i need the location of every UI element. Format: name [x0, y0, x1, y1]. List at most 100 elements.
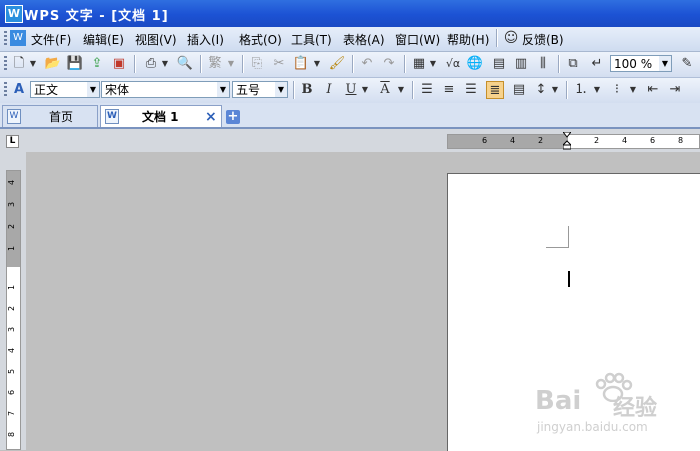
decrease-indent-icon[interactable]: ⇤: [644, 81, 662, 99]
cut-icon[interactable]: ✂: [270, 55, 288, 73]
new-tab-button[interactable]: +: [226, 110, 240, 124]
redo-icon[interactable]: ↷: [380, 55, 398, 73]
ruler-tick-label: 6: [482, 136, 488, 145]
wps-app-icon: W: [5, 5, 23, 23]
ruler-tick-label: 1: [7, 245, 17, 252]
justify-icon[interactable]: ≣: [486, 81, 504, 99]
chevron-down-icon[interactable]: ▼: [550, 81, 560, 99]
separator: [352, 55, 354, 73]
line-spacing-icon[interactable]: ↕: [532, 81, 550, 99]
undo-icon[interactable]: ↶: [358, 55, 376, 73]
separator: [558, 55, 560, 73]
styles-icon[interactable]: A: [10, 81, 28, 99]
menu-view[interactable]: 视图(V): [135, 31, 177, 47]
vertical-ruler[interactable]: 4 3 2 1 1 2 3 4 5 6 7 8: [6, 170, 21, 450]
menu-tools[interactable]: 工具(T): [291, 31, 332, 47]
ruler-tick-label: 2: [594, 136, 600, 145]
align-left-icon[interactable]: ☰: [418, 81, 436, 99]
feedback-icon[interactable]: ☺: [502, 29, 520, 47]
print-preview-icon[interactable]: 🔍: [176, 55, 194, 73]
increase-indent-icon[interactable]: ⇥: [666, 81, 684, 99]
chevron-down-icon[interactable]: ▼: [428, 55, 438, 73]
numbered-list-icon[interactable]: ⒈: [572, 81, 590, 99]
style-select[interactable]: 正文 ▼: [30, 81, 100, 98]
ruler-margin-shade: [448, 135, 568, 148]
tab-document-1[interactable]: W 文档 1 ×: [100, 105, 222, 127]
help-icon[interactable]: ✎: [678, 55, 696, 73]
print-icon[interactable]: ⎙: [142, 55, 160, 73]
font-value: 宋体: [105, 83, 130, 97]
menu-format[interactable]: 格式(O): [239, 31, 282, 47]
close-tab-icon[interactable]: ×: [205, 106, 217, 128]
save-icon[interactable]: 💾: [66, 55, 84, 73]
bold-button[interactable]: B: [298, 81, 316, 99]
doc-icon[interactable]: W: [10, 30, 26, 46]
chevron-down-icon[interactable]: ▼: [592, 81, 602, 99]
zoom-value: 100 %: [614, 57, 653, 71]
ruler-tick-label: 2: [538, 136, 544, 145]
font-size-select[interactable]: 五号 ▼: [232, 81, 288, 98]
grip-icon[interactable]: [4, 56, 7, 72]
tab-home[interactable]: W 首页: [2, 105, 98, 127]
chevron-down-icon[interactable]: ▼: [396, 81, 406, 99]
export-icon[interactable]: ⇪: [88, 55, 106, 73]
chevron-down-icon[interactable]: ▼: [659, 56, 671, 71]
tab-stop-selector[interactable]: L: [6, 135, 19, 148]
pdf-export-icon[interactable]: ▣: [110, 55, 128, 73]
menu-help[interactable]: 帮助(H): [447, 31, 489, 47]
traditional-chinese-icon[interactable]: 繁: [206, 55, 224, 73]
grip-icon[interactable]: [4, 31, 7, 47]
chevron-down-icon[interactable]: ▼: [160, 55, 170, 73]
ruler-tick-label: 4: [7, 347, 17, 354]
ruler-tick-label: 6: [7, 389, 17, 396]
menu-edit[interactable]: 编辑(E): [83, 31, 124, 47]
columns-icon[interactable]: ▥: [512, 55, 530, 73]
paragraph-mark-icon[interactable]: ↵: [588, 55, 606, 73]
menu-file[interactable]: 文件(F): [31, 31, 71, 47]
grip-icon[interactable]: [4, 82, 7, 98]
font-color-button[interactable]: A: [376, 81, 394, 99]
chevron-down-icon[interactable]: ▼: [628, 81, 638, 99]
chevron-down-icon[interactable]: ▼: [226, 55, 236, 73]
chevron-down-icon[interactable]: ▼: [87, 82, 99, 97]
menu-window[interactable]: 窗口(W): [395, 31, 440, 47]
table-insert-icon[interactable]: ▦: [410, 55, 428, 73]
menu-bar: W 文件(F) 编辑(E) 视图(V) 插入(I) 格式(O) 工具(T) 表格…: [0, 27, 700, 52]
zoom-select[interactable]: 100 % ▼: [610, 55, 672, 72]
show-formatting-icon[interactable]: ⫼: [534, 55, 552, 73]
copy-icon[interactable]: ⎘: [248, 55, 266, 73]
menu-insert[interactable]: 插入(I): [187, 31, 224, 47]
menu-feedback[interactable]: 反馈(B): [522, 31, 564, 47]
font-select[interactable]: 宋体 ▼: [101, 81, 230, 98]
hyperlink-globe-icon[interactable]: 🌐: [466, 55, 484, 73]
table-grid-icon[interactable]: ▤: [490, 55, 508, 73]
indent-marker-icon[interactable]: [561, 131, 573, 150]
chevron-down-icon[interactable]: ▼: [275, 82, 287, 97]
ruler-tick-label: 2: [7, 223, 17, 230]
menu-table[interactable]: 表格(A): [343, 31, 385, 47]
chevron-down-icon[interactable]: ▼: [28, 55, 38, 73]
chevron-down-icon[interactable]: ▼: [312, 55, 322, 73]
ruler-tick-label: 1: [7, 284, 17, 291]
horizontal-ruler[interactable]: 6 4 2 2 4 6 8: [447, 131, 700, 150]
formula-icon[interactable]: √α: [444, 55, 462, 73]
font-size-value: 五号: [236, 83, 261, 97]
underline-button[interactable]: U: [342, 81, 360, 99]
document-tab-bar: W 首页 W 文档 1 × +: [0, 103, 700, 129]
align-center-icon[interactable]: ≡: [440, 81, 458, 99]
new-document-icon[interactable]: 🗋: [10, 55, 28, 73]
distributed-align-icon[interactable]: ▤: [510, 81, 528, 99]
chevron-down-icon[interactable]: ▼: [360, 81, 370, 99]
italic-button[interactable]: I: [320, 81, 338, 99]
open-folder-icon[interactable]: 📂: [44, 55, 62, 73]
bullet-list-icon[interactable]: ⁝: [608, 81, 626, 99]
format-painter-icon[interactable]: 🖌: [328, 55, 346, 73]
ruler-tick-label: 8: [678, 136, 684, 145]
paste-icon[interactable]: 📋: [292, 55, 310, 73]
separator: [242, 55, 244, 73]
reading-mode-icon[interactable]: ⧉: [564, 55, 582, 73]
chevron-down-icon[interactable]: ▼: [217, 82, 229, 97]
standard-toolbar: 🗋 ▼ 📂 💾 ⇪ ▣ ⎙ ▼ 🔍 繁 ▼ ⎘ ✂ 📋 ▼ 🖌 ↶ ↷ ▦ ▼ …: [0, 52, 700, 78]
watermark-brand-suffix: 经验: [613, 396, 658, 421]
align-right-icon[interactable]: ☰: [462, 81, 480, 99]
